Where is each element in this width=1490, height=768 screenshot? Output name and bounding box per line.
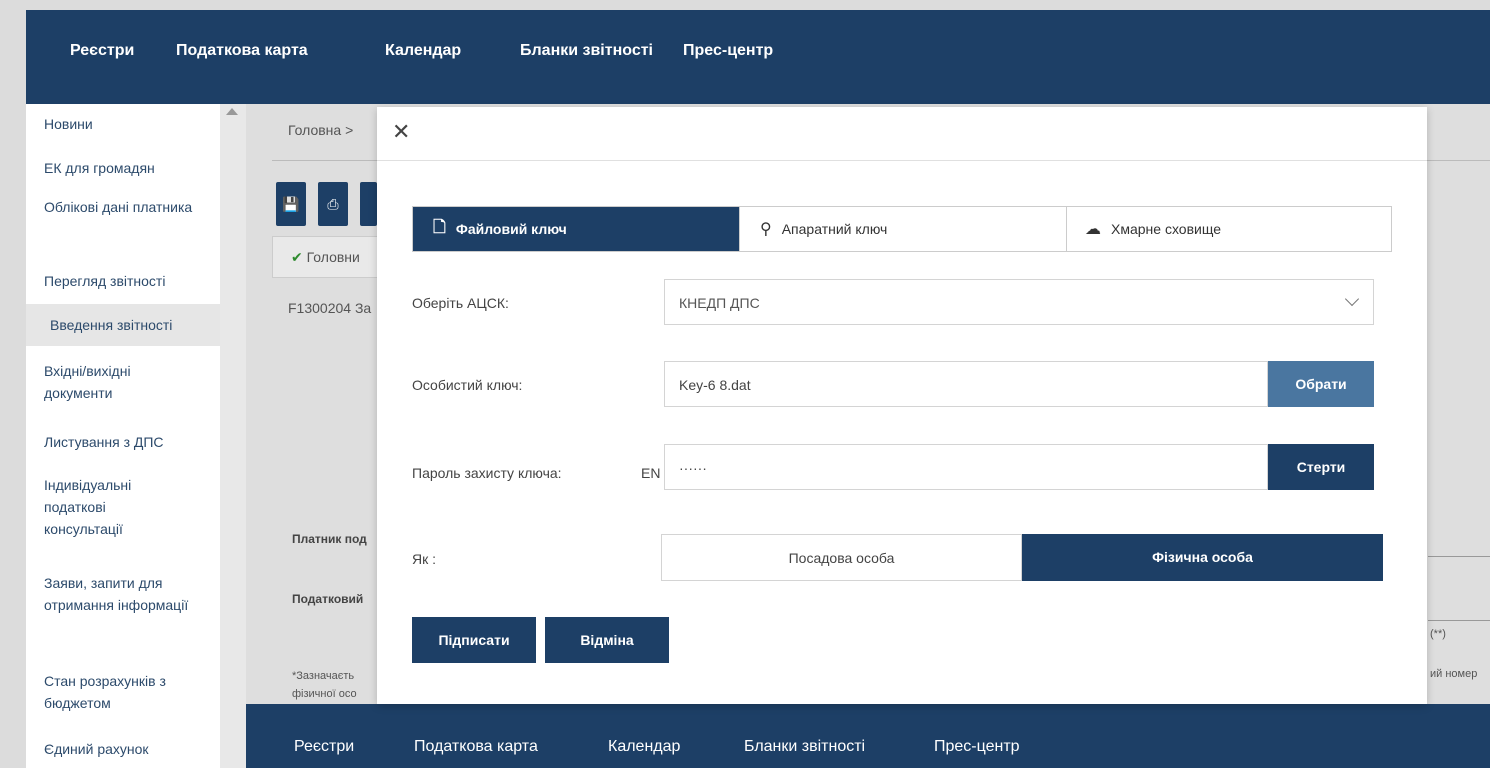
clear-button[interactable]: Стерти — [1268, 444, 1374, 490]
sign-button[interactable]: Підписати — [412, 617, 536, 663]
sidebar-item-consultations[interactable]: Індивідуальні податкові консультації — [44, 474, 174, 540]
role-label: Як : — [412, 551, 437, 567]
sidebar-item-news[interactable]: Новини — [44, 113, 216, 135]
sidebar-item-documents[interactable]: Вхідні/вихідні документи — [44, 360, 194, 404]
sidebar-item-correspondence[interactable]: Листування з ДПС — [44, 431, 216, 453]
nav-item-tax-map[interactable]: Податкова карта — [176, 42, 308, 60]
acsk-select[interactable]: КНЕДП ДПС — [664, 279, 1374, 325]
right-fragment: ий номер — [1430, 668, 1478, 680]
private-key-label: Особистий ключ: — [412, 377, 523, 393]
cloud-icon: ☁ — [1085, 221, 1101, 238]
nav-item-report-forms[interactable]: Бланки звітності — [520, 42, 653, 60]
sidebar-item-ek-citizens[interactable]: ЕК для громадян — [44, 157, 216, 179]
bottom-navigation-bar — [246, 704, 1490, 768]
print-icon[interactable]: ⎙ — [318, 182, 348, 226]
close-icon[interactable]: ✕ — [392, 121, 410, 143]
tab-cloud-storage[interactable]: ☁ Хмарне сховище — [1066, 207, 1392, 251]
document-label: F1300204 За — [288, 300, 372, 316]
bottom-nav-press-center[interactable]: Прес-центр — [934, 738, 1020, 756]
nav-item-registries[interactable]: Реєстри — [70, 42, 134, 60]
tab-file-key[interactable]: 🗋 Файловий ключ — [413, 207, 739, 251]
acsk-label: Оберіть АЦСК: — [412, 295, 509, 311]
bottom-nav-report-forms[interactable]: Бланки звітності — [744, 738, 865, 756]
cancel-button[interactable]: Відміна — [545, 617, 669, 663]
save-icon[interactable]: 💾 — [276, 182, 306, 226]
password-label: Пароль захисту ключа: — [412, 465, 562, 481]
sidebar-item-payer-data[interactable]: Облікові дані платника — [44, 196, 194, 218]
note-text-2: фізичної осо — [292, 688, 357, 700]
tax-label: Податковий — [292, 592, 364, 606]
sidebar-item-enter-reports[interactable]: Введення звітності — [26, 304, 220, 346]
chevron-down-icon — [1344, 291, 1360, 307]
choose-file-button[interactable]: Обрати — [1268, 361, 1374, 407]
keyboard-layout-indicator: EN — [641, 465, 661, 481]
password-field[interactable]: ······ — [664, 444, 1268, 490]
bottom-nav-tax-map[interactable]: Податкова карта — [414, 738, 538, 756]
dialog-header-divider — [377, 160, 1427, 161]
sidebar-item-single-account[interactable]: Єдиний рахунок — [44, 738, 216, 760]
nav-item-calendar[interactable]: Календар — [385, 42, 461, 60]
sidebar-scrollbar[interactable] — [220, 104, 246, 768]
tab-hardware-key[interactable]: ⚲ Апаратний ключ — [739, 207, 1066, 251]
main-tab[interactable]: ✔ Головни — [272, 236, 382, 278]
file-icon: 🗋 — [433, 218, 446, 236]
divider — [1428, 620, 1490, 621]
key-type-tabs: 🗋 Файловий ключ ⚲ Апаратний ключ ☁ Хмарн… — [412, 206, 1392, 252]
sidebar-item-view-reports[interactable]: Перегляд звітності — [44, 270, 216, 292]
payer-label: Платник под — [292, 532, 367, 546]
breadcrumb[interactable]: Головна > — [288, 122, 353, 138]
scroll-up-arrow-icon[interactable] — [226, 108, 238, 115]
sidebar-item-budget-status[interactable]: Стан розрахунків з бюджетом — [44, 670, 194, 714]
private-key-field[interactable]: Key-6 8.dat — [664, 361, 1268, 407]
toolbar-button[interactable] — [360, 182, 377, 226]
bottom-nav-registries[interactable]: Реєстри — [294, 738, 354, 756]
role-option-individual[interactable]: Фізична особа — [1022, 534, 1383, 581]
divider — [1428, 556, 1490, 557]
sidebar-item-requests[interactable]: Заяви, запити для отримання інформації — [44, 572, 194, 616]
nav-item-press-center[interactable]: Прес-центр — [683, 42, 773, 60]
checkmark-icon: ✔ — [291, 249, 303, 265]
key-icon: ⚲ — [760, 221, 772, 238]
right-fragment: (**) — [1430, 628, 1446, 640]
note-text: *Зазначаєть — [292, 670, 355, 682]
role-option-official[interactable]: Посадова особа — [661, 534, 1022, 581]
bottom-nav-calendar[interactable]: Календар — [608, 738, 680, 756]
